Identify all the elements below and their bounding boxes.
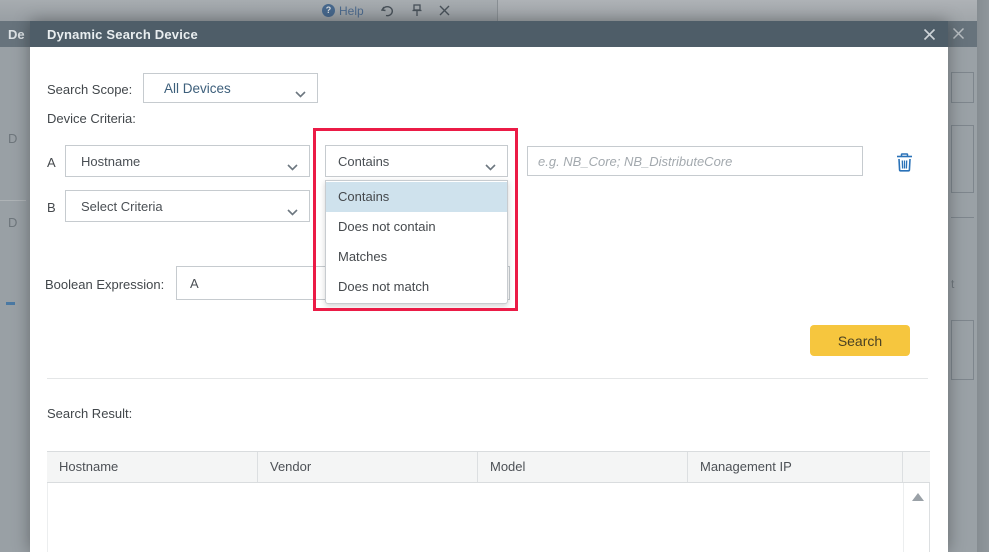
- criteria-row-letter-b: B: [47, 200, 56, 215]
- chevron-down-icon: [295, 85, 306, 103]
- menu-item-does-not-contain[interactable]: Does not contain: [326, 212, 507, 242]
- device-criteria-label: Device Criteria:: [47, 111, 136, 126]
- scrollbar-track-divider: [903, 483, 904, 552]
- result-table-body: [47, 483, 930, 552]
- column-header-management-ip[interactable]: Management IP: [688, 452, 903, 482]
- background-dialog-right-sliver: t: [948, 47, 977, 552]
- criteria-select-b[interactable]: Select Criteria: [65, 190, 310, 222]
- operator-select-a[interactable]: Contains: [325, 145, 508, 177]
- background-link-fragment: [6, 302, 15, 305]
- criteria-select-a[interactable]: Hostname: [65, 145, 310, 177]
- chevron-down-icon: [485, 158, 496, 176]
- chevron-down-icon: [287, 158, 298, 176]
- result-table-header: Hostname Vendor Model Management IP: [47, 451, 930, 483]
- close-icon[interactable]: [439, 5, 450, 16]
- trash-icon[interactable]: [892, 150, 916, 174]
- section-divider: [47, 378, 928, 379]
- column-header-model[interactable]: Model: [478, 452, 688, 482]
- background-label-fragment: D: [8, 215, 18, 230]
- chevron-down-icon: [287, 203, 298, 221]
- background-label-fragment: D: [8, 131, 18, 146]
- operator-select-a-value: Contains: [338, 153, 390, 169]
- operator-dropdown-menu: Contains Does not contain Matches Does n…: [325, 180, 508, 304]
- dialog-title: Dynamic Search Device: [47, 26, 198, 42]
- menu-item-contains[interactable]: Contains: [326, 182, 507, 212]
- search-scope-select[interactable]: All Devices: [143, 73, 318, 103]
- background-dialog-title-fragment: De: [8, 27, 25, 42]
- background-divider-fragment: [951, 217, 974, 218]
- undo-icon[interactable]: [380, 5, 395, 17]
- background-top-strip-right: [498, 0, 977, 21]
- background-dialog-left-sliver: D D: [0, 47, 30, 552]
- background-text-fragment: t: [951, 277, 955, 291]
- criteria-value-input-a[interactable]: [527, 146, 863, 176]
- background-control-fragment: [951, 125, 974, 193]
- background-dialog-toolbar: ? Help: [322, 2, 450, 19]
- background-close-icon[interactable]: [952, 27, 965, 45]
- criteria-select-a-value: Hostname: [81, 153, 141, 169]
- criteria-row-letter-a: A: [47, 155, 56, 170]
- background-control-fragment: [951, 72, 974, 103]
- pin-icon[interactable]: [412, 4, 422, 17]
- search-button[interactable]: Search: [810, 325, 910, 356]
- search-scope-label: Search Scope:: [47, 82, 133, 97]
- menu-item-does-not-match[interactable]: Does not match: [326, 272, 507, 302]
- boolean-expression-label: Boolean Expression:: [45, 277, 165, 292]
- background-page-edge: [977, 0, 989, 552]
- dialog-close-icon[interactable]: [922, 27, 937, 42]
- background-control-fragment: [951, 320, 974, 380]
- column-header-scroll-spacer: [903, 452, 930, 482]
- search-result-label: Search Result:: [47, 406, 133, 421]
- column-header-hostname[interactable]: Hostname: [47, 452, 258, 482]
- search-scope-value: All Devices: [164, 80, 231, 96]
- background-divider-fragment: [0, 200, 26, 201]
- background-top-strip-divider: [497, 0, 498, 21]
- menu-item-matches[interactable]: Matches: [326, 242, 507, 272]
- help-icon[interactable]: ?: [322, 4, 335, 17]
- scroll-up-icon[interactable]: [912, 493, 924, 501]
- dynamic-search-device-dialog: Dynamic Search Device Search Scope: All …: [30, 21, 948, 552]
- column-header-vendor[interactable]: Vendor: [258, 452, 478, 482]
- criteria-select-b-value: Select Criteria: [81, 198, 163, 214]
- dialog-titlebar: Dynamic Search Device: [30, 21, 948, 47]
- help-link[interactable]: Help: [339, 4, 364, 18]
